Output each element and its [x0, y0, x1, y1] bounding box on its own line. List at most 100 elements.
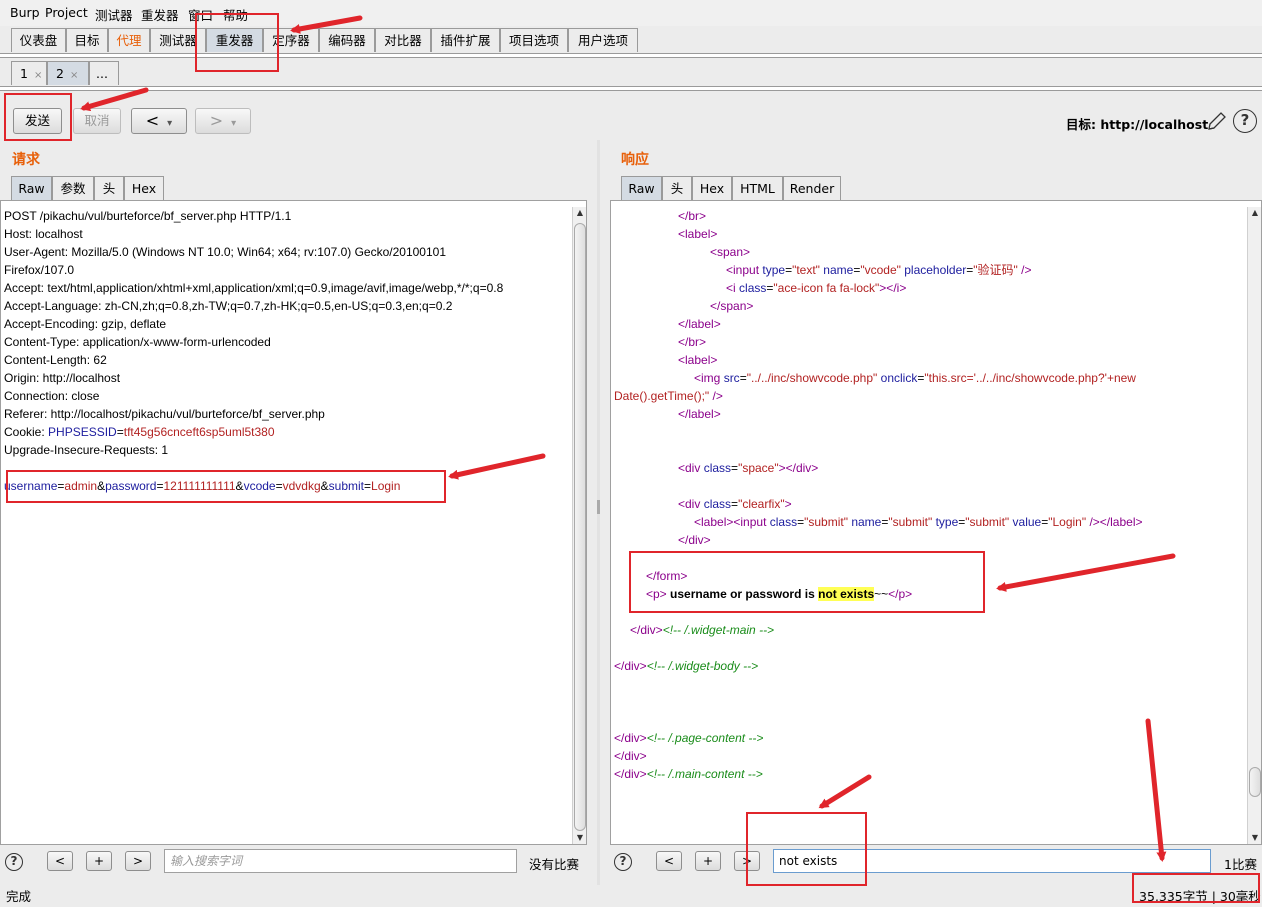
request-tab-hex[interactable]: Hex [124, 176, 164, 200]
search-highlight: not exists [818, 587, 875, 601]
dropdown-arrow-icon: ▾ [231, 118, 237, 129]
menu-bar: Burp Project 测试器 重发器 窗口 帮助 [0, 0, 1262, 26]
scroll-down-icon[interactable]: ▼ [1249, 832, 1261, 844]
code-line: <label> [678, 353, 718, 367]
response-tab-html[interactable]: HTML [732, 176, 783, 200]
request-scrollbar[interactable]: ▲ ▼ [572, 207, 586, 844]
response-tab-render[interactable]: Render [783, 176, 841, 200]
code-line: </div><!-- /.main-content --> [614, 767, 763, 781]
request-line: Upgrade-Insecure-Requests: 1 [4, 443, 169, 457]
response-tab-headers[interactable]: 头 [662, 176, 692, 200]
help-icon[interactable]: ? [1233, 109, 1257, 133]
scroll-up-icon[interactable]: ▲ [1249, 207, 1261, 219]
request-tab-params[interactable]: 参数 [52, 176, 94, 200]
repeater-tab-2[interactable]: 2 × [47, 61, 89, 85]
code-line: </label> [678, 317, 721, 331]
code-line: <input type="text" name="vcode" placehol… [726, 263, 1032, 277]
search-prev-button[interactable]: < [47, 851, 73, 871]
main-tab-bar: 仪表盘 目标 代理 测试器 重发器 定序器 编码器 对比器 插件扩展 项目选项 … [0, 28, 1262, 54]
request-tab-raw[interactable]: Raw [11, 176, 52, 200]
request-match-status: 没有比赛 [529, 857, 580, 872]
response-match-status: 1比赛 [1224, 857, 1257, 872]
param-key: username [4, 479, 58, 493]
close-icon[interactable]: × [70, 70, 78, 81]
cookie-label: Cookie: [4, 425, 49, 439]
request-line: Content-Length: 62 [4, 353, 107, 367]
scroll-thumb[interactable] [574, 223, 586, 831]
search-prev-button[interactable]: < [656, 851, 682, 871]
request-tab-headers[interactable]: 头 [94, 176, 124, 200]
response-tab-hex[interactable]: Hex [692, 176, 732, 200]
menu-window[interactable]: 窗口 [188, 5, 213, 24]
close-icon[interactable]: × [34, 70, 42, 81]
back-button[interactable]: < ▾ [131, 108, 187, 134]
menu-help[interactable]: 帮助 [223, 5, 248, 24]
pencil-icon[interactable] [1205, 110, 1227, 132]
search-next-button[interactable]: > [734, 851, 760, 871]
tab-repeater[interactable]: 重发器 [206, 28, 263, 52]
tab-target[interactable]: 目标 [66, 28, 108, 52]
request-line: Accept-Encoding: gzip, deflate [4, 317, 167, 331]
code-line: </br> [678, 335, 707, 349]
cookie-line: Cookie: PHPSESSID=tft45g56cnceft6sp5uml5… [4, 425, 275, 439]
help-icon[interactable]: ? [614, 853, 632, 871]
response-message-tail: ~~ [874, 587, 889, 601]
tab-user-options[interactable]: 用户选项 [568, 28, 638, 52]
tab-project-options[interactable]: 项目选项 [500, 28, 568, 52]
arrow-icon [80, 87, 149, 112]
repeater-tab-1[interactable]: 1 × [11, 61, 47, 85]
menu-intruder[interactable]: 测试器 [95, 5, 133, 24]
tab-intruder[interactable]: 测试器 [150, 28, 206, 52]
menu-burp[interactable]: Burp [10, 5, 40, 20]
request-line: Accept: text/html,application/xhtml+xml,… [4, 281, 504, 295]
code-line: <div class="clearfix"> [678, 497, 792, 511]
request-editor[interactable]: POST /pikachu/vul/burteforce/bf_server.p… [0, 200, 587, 845]
forward-button[interactable]: > ▾ [195, 108, 251, 134]
tab-dashboard[interactable]: 仪表盘 [11, 28, 66, 52]
repeater-tab-2-label: 2 [56, 66, 64, 81]
tab-proxy[interactable]: 代理 [108, 28, 150, 52]
menu-repeater[interactable]: 重发器 [141, 5, 179, 24]
scroll-up-icon[interactable]: ▲ [574, 207, 586, 219]
code-line: </span> [710, 299, 754, 313]
repeater-tab-new[interactable]: ... [89, 61, 119, 85]
code-line: </div> [614, 749, 647, 763]
tab-decoder[interactable]: 编码器 [319, 28, 375, 52]
tab-comparer[interactable]: 对比器 [375, 28, 431, 52]
request-line: Firefox/107.0 [4, 263, 75, 277]
code-line: <i class="ace-icon fa fa-lock"></i> [726, 281, 907, 295]
menu-project[interactable]: Project [45, 5, 88, 20]
code-line: </div><!-- /.widget-body --> [614, 659, 759, 673]
code-line: </div><!-- /.page-content --> [614, 731, 764, 745]
code-line: <label> [678, 227, 718, 241]
response-editor[interactable]: </br> <label> <span> <input type="text" … [610, 200, 1262, 845]
chevron-right-icon: > [209, 111, 224, 130]
tab-sequencer[interactable]: 定序器 [263, 28, 319, 52]
request-line: Referer: http://localhost/pikachu/vul/bu… [4, 407, 325, 421]
response-message-line: <p> username or password is not exists~~… [646, 587, 913, 601]
request-search-input[interactable]: 输入搜索字词 [164, 849, 517, 873]
help-icon[interactable]: ? [5, 853, 23, 871]
code-line: </label> [678, 407, 721, 421]
param-value: 121111111111 [163, 479, 236, 493]
request-body: username=admin&password=121111111111&vco… [4, 479, 401, 493]
cancel-button[interactable]: 取消 [73, 108, 121, 134]
search-next-button[interactable]: > [125, 851, 151, 871]
search-add-button[interactable]: + [695, 851, 721, 871]
request-line: Connection: close [4, 389, 100, 403]
code-line: </div> [678, 533, 711, 547]
response-tab-raw[interactable]: Raw [621, 176, 662, 200]
request-line: Content-Type: application/x-www-form-url… [4, 335, 271, 349]
scroll-down-icon[interactable]: ▼ [574, 832, 586, 844]
param-value: admin [64, 479, 98, 493]
code-line: </br> [678, 209, 707, 223]
response-search-input[interactable]: not exists [773, 849, 1211, 873]
splitter-grip[interactable] [597, 500, 600, 514]
send-button[interactable]: 发送 [13, 108, 62, 134]
search-add-button[interactable]: + [86, 851, 112, 871]
scroll-thumb[interactable] [1249, 767, 1261, 797]
tab-extender[interactable]: 插件扩展 [431, 28, 500, 52]
tab-divider [0, 53, 1262, 58]
code-line: </form> [646, 569, 688, 583]
response-scrollbar[interactable]: ▲ ▼ [1247, 207, 1261, 844]
